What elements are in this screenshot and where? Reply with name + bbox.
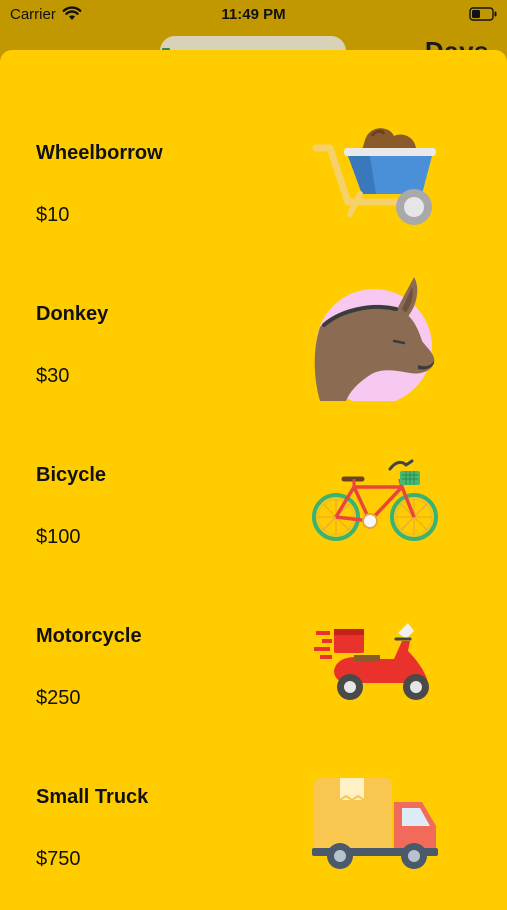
item-name: Motorcycle [36, 625, 142, 647]
truck-icon [312, 778, 438, 869]
item-name: Wheelborrow [36, 142, 163, 164]
status-bar: Carrier 11:49 PM [0, 0, 507, 30]
list-item-wheelbarrow[interactable]: Wheelborrow $10 [0, 50, 507, 226]
item-price: $750 [36, 848, 81, 870]
status-time: 11:49 PM [221, 6, 286, 23]
battery-icon [469, 7, 497, 21]
list-item-small-truck[interactable]: Small Truck $750 [0, 694, 507, 870]
item-name: Small Truck [36, 786, 149, 808]
item-name: Bicycle [36, 464, 107, 486]
item-name: Donkey [36, 303, 109, 325]
list-item-motorcycle[interactable]: Motorcycle $250 [0, 533, 507, 709]
list-item-bicycle[interactable]: Bicycle $100 [0, 372, 507, 548]
list-item-donkey[interactable]: Donkey $30 [0, 211, 507, 401]
vehicle-sheet: Wheelborrow $10 Donkey $30 Bicycle $100 … [0, 50, 507, 910]
